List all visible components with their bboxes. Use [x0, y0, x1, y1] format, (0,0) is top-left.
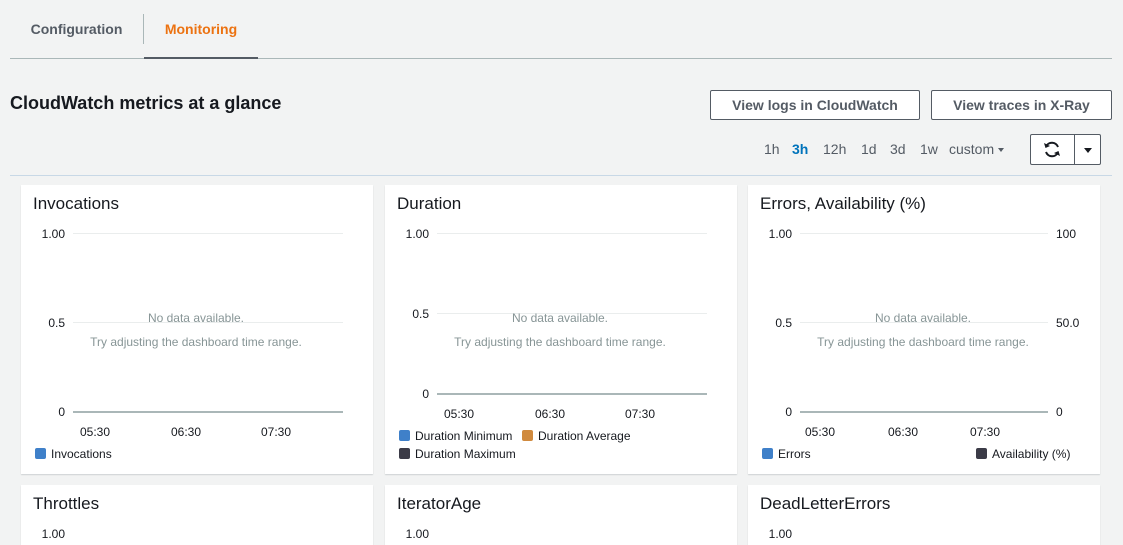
range-12h[interactable]: 12h [823, 141, 846, 157]
y-tick: 1.00 [768, 527, 792, 541]
tab-configuration[interactable]: Configuration [10, 0, 143, 58]
grid-line [73, 233, 343, 234]
no-data-message: No data available. [874, 311, 972, 325]
legend-swatch [976, 448, 987, 459]
y-tick: 0.5 [775, 316, 792, 330]
grid-line [437, 233, 707, 234]
x-tick: 07:30 [970, 425, 1001, 439]
range-3h[interactable]: 3h [792, 141, 808, 157]
legend-item[interactable]: Duration Average [522, 429, 631, 443]
y-tick: 1.00 [405, 527, 429, 541]
range-custom[interactable]: custom [949, 141, 1005, 157]
y-tick-right: 0 [1056, 405, 1063, 419]
y-tick: 1.00 [41, 527, 65, 541]
x-axis-line [437, 393, 707, 395]
legend-item[interactable]: Duration Minimum [399, 429, 512, 443]
x-tick: 05:30 [805, 425, 836, 439]
y-tick: 1.00 [405, 227, 429, 241]
legend-label: Errors [778, 447, 811, 461]
widget-dead-letter-errors: DeadLetterErrors 1.00 [748, 485, 1100, 545]
widget-throttles: Throttles 1.00 [21, 485, 373, 545]
legend-label: Invocations [51, 447, 112, 461]
legend-swatch [762, 448, 773, 459]
legend-swatch [399, 448, 410, 459]
range-1h[interactable]: 1h [764, 141, 780, 157]
page-title: CloudWatch metrics at a glance [10, 93, 282, 113]
widget-errors-availability: Errors, Availability (%) 1.00 0.5 0 100 … [748, 185, 1100, 474]
range-3d[interactable]: 3d [890, 141, 906, 157]
y-tick: 0 [422, 387, 429, 401]
widget-title: IteratorAge [397, 494, 482, 513]
no-data-message: No data available. [147, 311, 245, 325]
y-tick: 0.5 [412, 307, 429, 321]
x-tick: 07:30 [625, 407, 656, 421]
legend-item[interactable]: Duration Maximum [399, 447, 516, 461]
tab-bar: Configuration Monitoring [10, 0, 1112, 59]
legend-label: Availability (%) [992, 447, 1071, 461]
range-1d[interactable]: 1d [861, 141, 877, 157]
widget-title: Throttles [33, 494, 100, 513]
chevron-down-icon [998, 148, 1005, 153]
widget-title: Errors, Availability (%) [760, 194, 926, 213]
widget-title: Invocations [33, 194, 119, 213]
range-1w[interactable]: 1w [920, 141, 938, 157]
y-tick: 0 [785, 405, 792, 419]
y-tick: 1.00 [41, 227, 65, 241]
y-tick-right: 100 [1056, 227, 1077, 241]
x-tick: 06:30 [535, 407, 566, 421]
widget-title: Duration [397, 194, 462, 213]
y-tick: 1.00 [768, 227, 792, 241]
view-traces-button[interactable]: View traces in X-Ray [931, 90, 1112, 120]
y-tick-right: 50.0 [1056, 316, 1080, 330]
widget-duration: Duration 1.00 0.5 0 No data available. T… [385, 185, 737, 474]
legend-swatch [522, 430, 533, 441]
grid-line [800, 233, 1048, 234]
no-data-message: No data available. [511, 311, 609, 325]
legend-label: Duration Average [538, 429, 631, 443]
refresh-icon [1044, 141, 1060, 158]
x-tick: 05:30 [80, 425, 111, 439]
y-tick: 0 [58, 405, 65, 419]
legend-label: Duration Maximum [415, 447, 516, 461]
legend-item[interactable]: Invocations [35, 447, 112, 461]
tab-monitoring[interactable]: Monitoring [144, 0, 258, 59]
no-data-hint: Try adjusting the dashboard time range. [90, 335, 302, 349]
legend-item[interactable]: Errors [762, 447, 811, 461]
caret-down-icon [1084, 148, 1092, 153]
legend-swatch [35, 448, 46, 459]
refresh-options-dropdown[interactable] [1075, 135, 1100, 164]
y-tick: 0.5 [48, 316, 65, 330]
x-tick: 05:30 [444, 407, 475, 421]
widget-iterator-age: IteratorAge 1.00 [385, 485, 737, 545]
x-tick: 06:30 [888, 425, 919, 439]
no-data-hint: Try adjusting the dashboard time range. [454, 335, 666, 349]
widget-invocations: Invocations 1.00 0.5 0 No data available… [21, 185, 373, 474]
x-axis-line [800, 411, 1048, 413]
widget-title: DeadLetterErrors [760, 494, 891, 513]
x-tick: 07:30 [261, 425, 292, 439]
refresh-button-group [1030, 134, 1101, 165]
no-data-hint: Try adjusting the dashboard time range. [817, 335, 1029, 349]
view-logs-button[interactable]: View logs in CloudWatch [710, 90, 920, 120]
x-tick: 06:30 [171, 425, 202, 439]
section-divider [10, 175, 1112, 176]
legend-swatch [399, 430, 410, 441]
legend-item[interactable]: Availability (%) [976, 447, 1070, 461]
range-custom-label: custom [949, 141, 995, 157]
refresh-button[interactable] [1031, 135, 1074, 164]
x-axis-line [73, 411, 343, 413]
legend-label: Duration Minimum [415, 429, 513, 443]
